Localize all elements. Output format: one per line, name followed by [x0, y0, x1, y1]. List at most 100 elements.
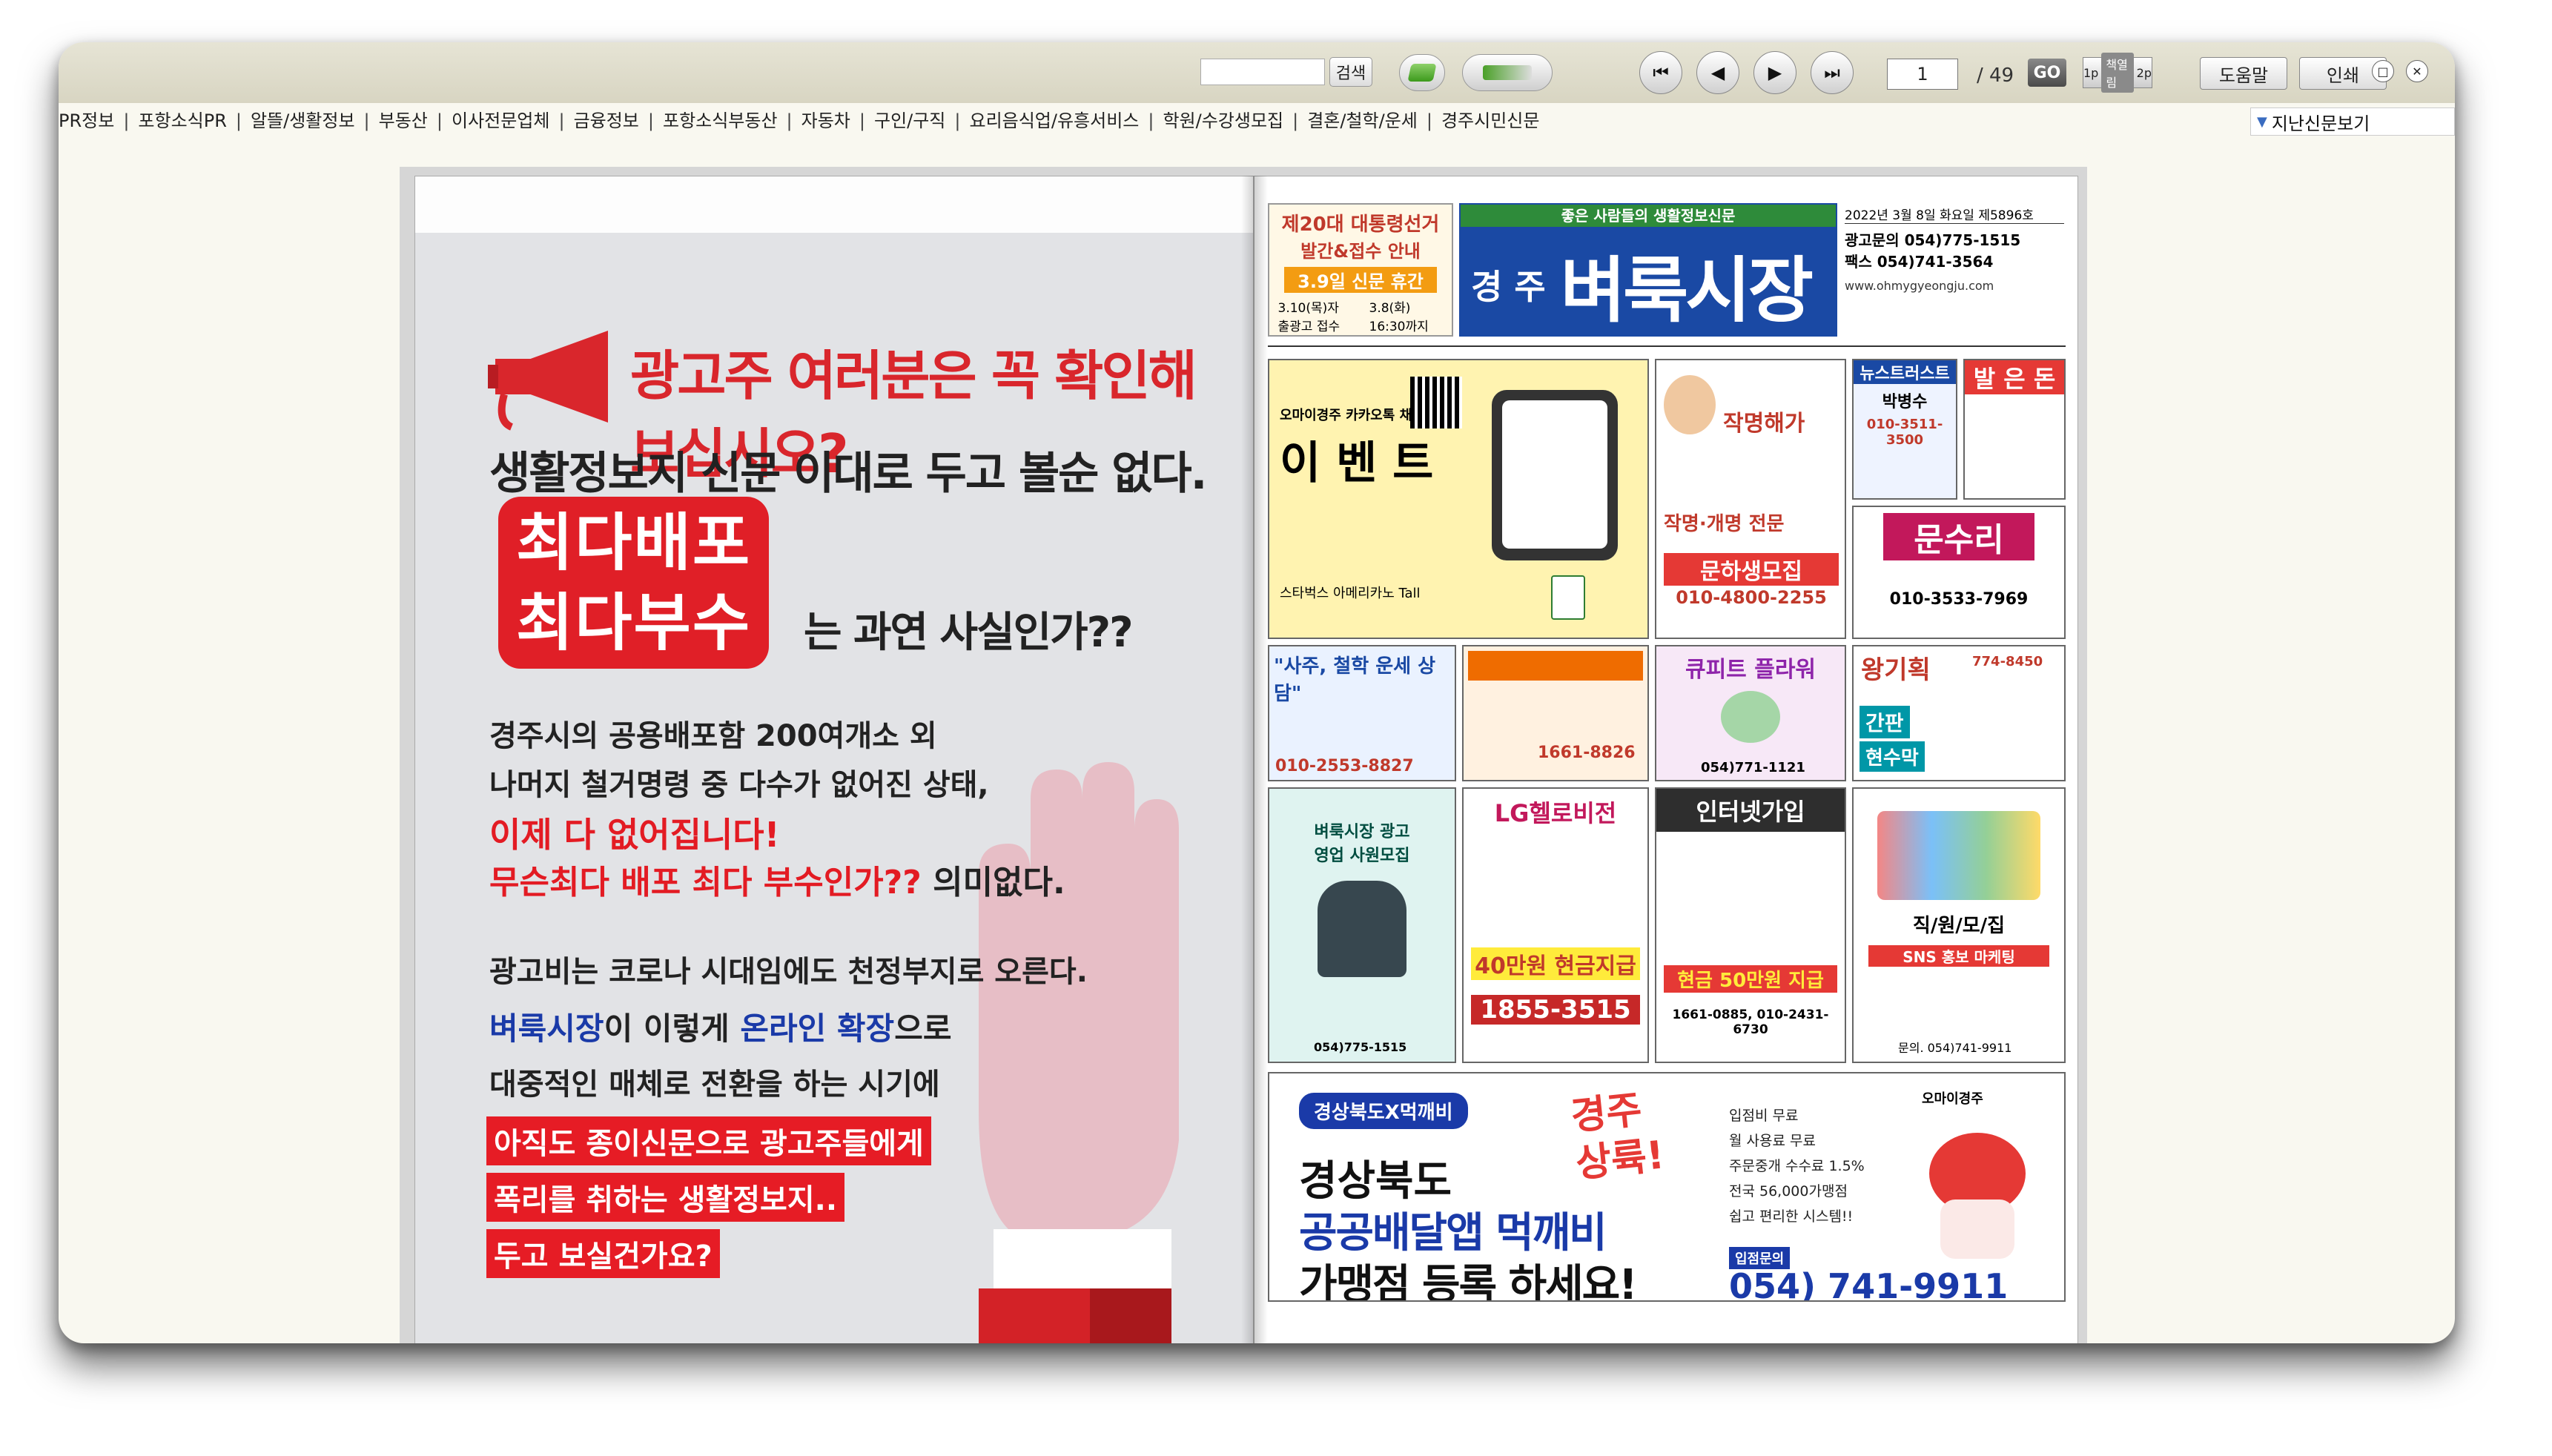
next-page-button[interactable]: ▶: [1753, 51, 1796, 94]
phone-illustration: [1492, 390, 1618, 560]
page-top-margin: [415, 176, 1253, 233]
internet-title: 인터넷가입: [1656, 789, 1845, 832]
masthead-city: 경 주: [1471, 266, 1546, 307]
menu-item[interactable]: 이사전문업체: [452, 105, 549, 137]
saju-title: "사주, 철학 운세 상담": [1274, 655, 1436, 705]
menu-item[interactable]: 결혼/철학/운세: [1307, 105, 1418, 137]
body-line-4: 무슨최다 배포 최다 부수인가?? 의미없다.: [489, 856, 1065, 903]
election-date-1: 3.10(목)자 출광고 접수: [1277, 301, 1341, 334]
benefit-1: 입점비 무료: [1729, 1108, 1799, 1124]
body-line-5: 광고비는 코로나 시대임에도 천정부지로 오른다.: [489, 955, 1088, 989]
body-line-4-tail: 의미없다.: [921, 864, 1065, 901]
flower-icon: [1721, 691, 1780, 743]
menu-item[interactable]: 요리음식업/유흥서비스: [969, 105, 1139, 137]
delivery-hot: 경주 상륙!: [1568, 1088, 1667, 1187]
event-title: 이 벤 트: [1280, 437, 1434, 489]
slide-icon: [1483, 65, 1532, 80]
body-line-1: 경주시의 공용배포함 200여개소 외: [489, 719, 937, 753]
election-sub: 발간&접수 안내: [1300, 241, 1421, 262]
election-title: 제20대 대통령선거: [1281, 214, 1440, 236]
sns-title: 직/원/모/집: [1912, 915, 2006, 937]
saju-phone: 010-2553-8827: [1275, 757, 1414, 775]
close-icon[interactable]: ✕: [2406, 60, 2428, 82]
menu-separator: |: [1426, 110, 1432, 131]
search-input[interactable]: [1200, 59, 1325, 85]
staff-title: 벼룩시장 광고영업 사원모집: [1314, 823, 1410, 865]
realty-banner: [1468, 651, 1643, 681]
search-button[interactable]: 검색: [1329, 57, 1372, 87]
benefit-3: 주문중개 수수료 1.5%: [1729, 1158, 1865, 1174]
issue-url: www.ohmygyeongju.com: [1845, 279, 1994, 293]
go-button[interactable]: GO: [2028, 59, 2066, 87]
fax-phone: 팩스 054)741-3564: [1845, 253, 1994, 271]
issue-info: 2022년 3월 8일 화요일 제5896호 광고문의 054)775-1515…: [1843, 203, 2066, 337]
ad-inquiry-phone: 광고문의 054)775-1515: [1845, 231, 2021, 249]
munsuri-ad: 문수리 010-3533-7969: [1852, 506, 2066, 639]
header-rule: [1268, 345, 2066, 347]
menu-item[interactable]: 부동산: [379, 105, 428, 137]
last-page-button[interactable]: ⏭: [1811, 51, 1854, 94]
internet-ad: 인터넷가입 현금 50만원 지급 1661-0885, 010-2431-673…: [1655, 787, 1846, 1063]
chevron-down-icon: ▼: [2257, 113, 2267, 130]
newstrust-name: 박병수: [1882, 393, 1928, 411]
menu-item[interactable]: 포항소식PR: [138, 105, 226, 137]
page-number-input[interactable]: 1: [1887, 59, 1958, 90]
body-line-6: 벼룩시장이 이렇게 온라인 확장으로: [489, 1004, 951, 1049]
prev-page-button[interactable]: ◀: [1696, 51, 1739, 94]
page-mode-toggle[interactable]: 1p 책열림 2p: [2083, 53, 2152, 93]
sign-badge-1: 간판: [1860, 706, 1910, 738]
red-claim-1: 최다배포: [516, 506, 752, 579]
menu-separator: |: [235, 110, 242, 131]
body-line-6-b: 이 이렇게: [604, 1010, 741, 1047]
event-ad: 오마이경주 카카오톡 채널 이 벤 트 스타벅스 아메리카노 Tall: [1268, 359, 1649, 639]
menu-item[interactable]: 구인/구직: [874, 105, 945, 137]
delivery-tag: 경상북도X먹깨비: [1299, 1093, 1468, 1129]
body-line-7: 대중적인 매체로 전환을 하는 시기에: [489, 1068, 940, 1102]
staff-recruit-ad: 벼룩시장 광고영업 사원모집 054)775-1515: [1268, 787, 1456, 1063]
maximize-icon[interactable]: □: [2372, 60, 2394, 82]
right-page[interactable]: 제20대 대통령선거 발간&접수 안내 3.9일 신문 휴간 3.10(목)자 …: [1254, 176, 2078, 1343]
menu-item[interactable]: 금융정보: [574, 105, 639, 137]
body-line-3: 이제 다 없어집니다!: [489, 815, 780, 855]
megaphone-icon: [488, 331, 608, 431]
menu-item[interactable]: 알뜰/생활정보: [251, 105, 355, 137]
body-line-4-red: 무슨최다 배포 최다 부수인가??: [489, 864, 922, 901]
online-word: 온라인 확장: [740, 1010, 895, 1047]
back-issue-dropdown[interactable]: ▼ 지난신문보기: [2250, 107, 2455, 136]
slide-view-button[interactable]: [1462, 54, 1553, 91]
category-menu: PR정보 | 포항소식PR | 알뜰/생활정보 | 부동산 | 이사전문업체 | 금융정보 | 포항소식…: [59, 105, 2238, 137]
benefit-list: 입점비 무료 월 사용료 무료 주문중개 수수료 1.5% 전국 56,000가…: [1729, 1103, 1865, 1229]
help-button[interactable]: 도움말: [2200, 57, 2287, 90]
menu-item[interactable]: PR정보: [59, 105, 114, 137]
benefit-4: 전국 56,000가맹점: [1729, 1183, 1848, 1199]
viewer-window: 검색 ⏮ ◀ ▶ ⏭ 1 / 49 GO 1p 책열림 2p 도움말 인쇄 □ …: [59, 42, 2455, 1343]
red-label-3: 두고 보실건가요?: [486, 1229, 720, 1278]
recruit-banner: 문하생모집: [1664, 553, 1839, 586]
thumbnail-view-button[interactable]: [1399, 54, 1445, 91]
body-line-6-d: 으로: [894, 1010, 952, 1047]
page-total: / 49: [1976, 64, 2014, 87]
mascot-illustration: [1922, 1133, 2033, 1281]
menu-item[interactable]: 경주시민신문: [1441, 105, 1539, 137]
masthead-title: 벼룩시장: [1560, 249, 1814, 332]
body-line-2: 나머지 철거명령 중 다수가 없어진 상태,: [489, 768, 989, 802]
realty-ad: 1661-8826: [1462, 645, 1649, 781]
menu-item[interactable]: 자동차: [801, 105, 850, 137]
internet-phone: 1661-0885, 010-2431-6730: [1672, 1007, 1829, 1037]
newstrust-ad: 뉴스트러스트 박병수 010-3511-3500: [1852, 359, 1957, 500]
saju-ad: "사주, 철학 운세 상담" 010-2553-8827: [1268, 645, 1456, 781]
menu-item[interactable]: 포항소식부동산: [663, 105, 778, 137]
menu-separator: |: [558, 110, 565, 131]
red-label-1: 아직도 종이신문으로 광고주들에게: [486, 1116, 931, 1165]
sign-ad: 왕기획 774-8450 간판 현수막: [1852, 645, 2066, 781]
sns-banner: SNS 홍보 마케팅: [1868, 945, 2049, 967]
first-page-button[interactable]: ⏮: [1639, 51, 1682, 94]
toggle-mid-label: 책열림: [2101, 53, 2134, 93]
realty-phone: 1661-8826: [1538, 744, 1636, 762]
menu-item[interactable]: 학원/수강생모집: [1163, 105, 1283, 137]
event-prize: 스타벅스 아메리카노 Tall: [1280, 586, 1421, 601]
toggle-right-label: 2p: [2136, 65, 2152, 80]
left-page[interactable]: 광고주 여러분은 꼭 확인해 보십시오? 생활정보지 신문 이대로 두고 볼순 …: [414, 176, 1254, 1343]
cupid-phone: 054)771-1121: [1701, 760, 1805, 775]
naming-title: 작명해가: [1723, 411, 1805, 437]
